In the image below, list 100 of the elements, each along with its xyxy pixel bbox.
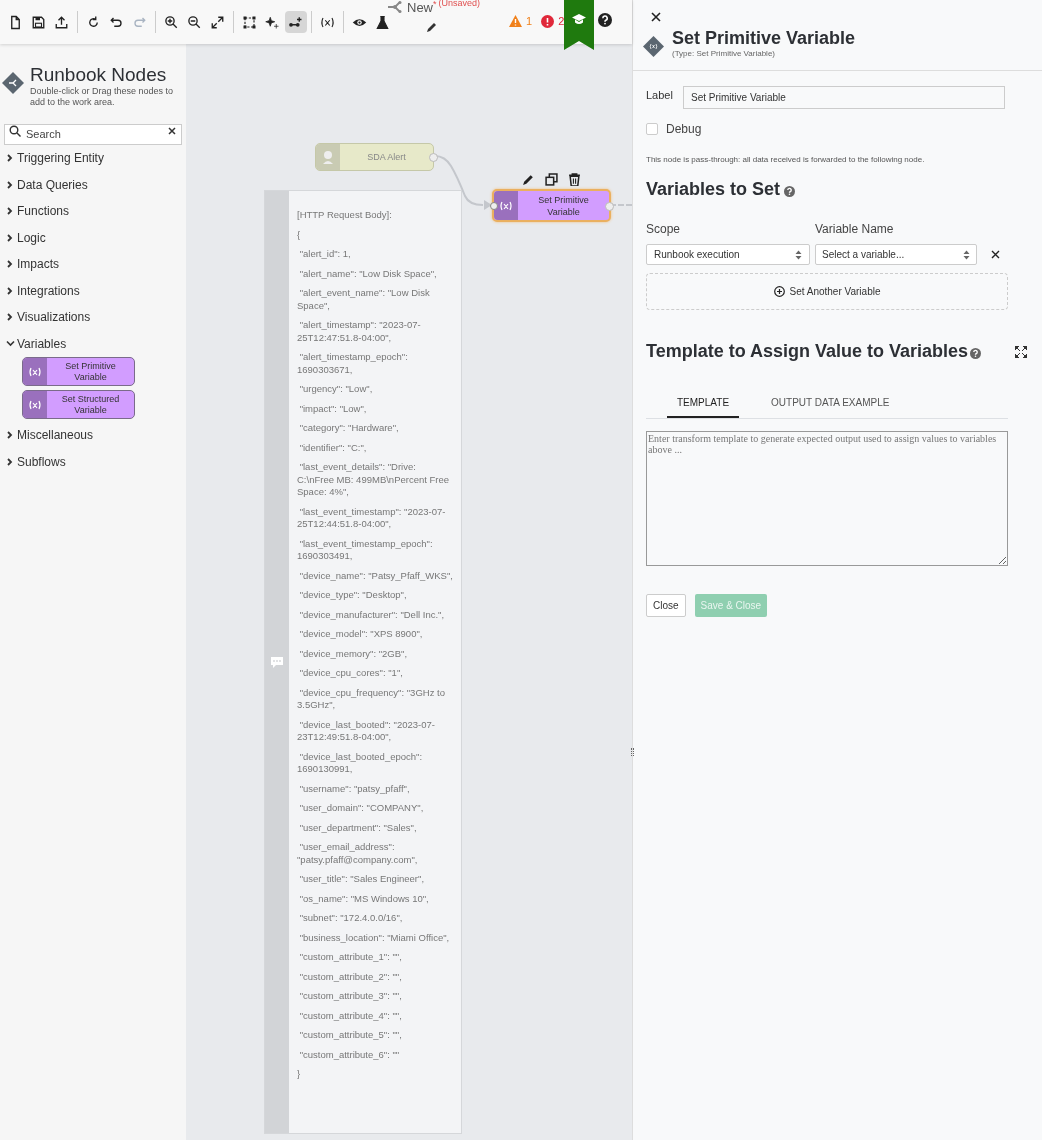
note-text: "last_event_timestamp_epoch": 1690303491, <box>297 537 434 563</box>
note-text: "urgency": "Low", <box>298 383 374 396</box>
category-item[interactable]: Integrations <box>0 277 186 304</box>
chevron-right-icon <box>7 260 13 269</box>
note-text: "subnet": "172.4.0.0/16", <box>298 912 404 925</box>
duplicate-icon[interactable] <box>545 173 558 186</box>
label-input[interactable]: Set Primitive Variable <box>683 86 1005 109</box>
note-text: } <box>297 1068 302 1081</box>
chevron-right-icon <box>7 154 13 163</box>
person-icon <box>322 150 334 164</box>
category-item[interactable]: Subflows <box>0 448 186 475</box>
field-label: Label <box>646 88 674 103</box>
error-count: 2 <box>558 14 565 29</box>
note-text: "last_event_details": "Drive: C:\nFree MB: 499MB\nPercent Free Space: 4%", <box>297 461 451 499</box>
debug-checkbox[interactable]: Debug <box>646 120 702 138</box>
search-icon <box>9 125 21 137</box>
category-item[interactable]: Variables <box>0 330 186 357</box>
sidebar-subtitle: Double-click or Drag these nodes to add to the work area. <box>30 86 175 108</box>
fullscreen-icon[interactable] <box>1015 345 1027 358</box>
column-label: Scope <box>646 221 682 238</box>
connector-icon[interactable] <box>284 11 307 33</box>
note-text: "custom_attribute_6": "" <box>298 1048 401 1061</box>
template-textarea[interactable]: Enter transform template to generate expected output used to assign values to variables above ... <box>646 431 1008 566</box>
chevron-right-icon <box>7 286 13 295</box>
note-text: "business_location": "Miami Office", <box>298 931 451 944</box>
variable-node-item[interactable]: Set Structured Variable <box>22 390 135 419</box>
column-label: Variable Name <box>815 221 894 238</box>
note-text: "device_cpu_cores": "1", <box>298 667 404 680</box>
save-status: (Unsaved) <box>438 0 481 8</box>
category-item[interactable]: Triggering Entity <box>0 145 186 172</box>
note-text: "category": "Hardware", <box>298 422 400 435</box>
edit-title-button[interactable] <box>426 21 438 33</box>
clear-icon[interactable] <box>168 127 176 135</box>
scope-select[interactable]: Runbook execution <box>646 244 810 265</box>
up-down-arrows-icon <box>795 249 802 260</box>
note-text: "os_name": "MS Windows 10", <box>298 892 430 905</box>
workflow-icon <box>388 1 404 13</box>
variable-icon <box>499 200 513 211</box>
note-text: "custom_attribute_3": "", <box>298 990 403 1003</box>
input-port-icon[interactable] <box>490 201 498 210</box>
category-item[interactable]: Logic <box>0 224 186 251</box>
pencil-icon[interactable] <box>522 173 535 186</box>
close-icon[interactable] <box>651 12 661 22</box>
warning-count: 1 <box>526 14 533 29</box>
error-icon <box>541 14 555 28</box>
note-text: "alert_name": "Low Disk Space", <box>298 267 438 280</box>
note-text: "alert_id": 1, <box>298 248 352 261</box>
search-field[interactable]: Search <box>4 123 182 145</box>
connector-line <box>435 155 492 210</box>
note-text: "user_domain": "COMPANY", <box>298 802 425 815</box>
category-item[interactable]: Impacts <box>0 251 186 278</box>
note-text: "alert_event_name": "Low Disk Space", <box>297 287 431 312</box>
up-down-arrows-icon <box>963 249 970 260</box>
note-text: "identifier": "C:", <box>298 441 368 454</box>
chevron-right-icon <box>7 431 13 440</box>
modified-marker: * <box>433 0 437 9</box>
category-item[interactable]: Miscellaneous <box>0 422 186 449</box>
chevron-right-icon <box>7 180 13 189</box>
note-text: "device_model": "XPS 8900", <box>298 628 424 641</box>
section-heading: Template to Assign Value to Variables <box>646 340 969 363</box>
help-icon <box>784 185 796 197</box>
close-button[interactable]: Close <box>646 594 686 617</box>
note-text: "user_department": "Sales", <box>298 821 418 834</box>
trash-icon[interactable] <box>568 173 581 186</box>
note-text: "impact": "Low", <box>298 402 368 415</box>
chevron-down-icon <box>6 340 15 348</box>
note-text: "device_last_booted_epoch": 1690130991, <box>297 750 424 776</box>
variable-icon <box>28 399 42 410</box>
sidebar-title: Runbook Nodes <box>30 64 168 86</box>
note-text: { <box>297 228 302 241</box>
panel-tab[interactable]: OUTPUT DATA EXAMPLE <box>761 388 900 418</box>
note-text: "user_email_address": "patsy.pfaff@company.com", <box>297 841 419 866</box>
warning-icon <box>509 15 522 28</box>
category-item[interactable]: Functions <box>0 198 186 225</box>
info-text: This node is pass-through: all data received is forwarded to the following node. <box>646 154 926 166</box>
note-text: "device_memory": "2GB", <box>298 647 409 660</box>
note-text: "custom_attribute_4": "", <box>298 1009 403 1022</box>
note-text: "custom_attribute_5": "", <box>298 1029 403 1042</box>
help-icon[interactable] <box>598 13 612 27</box>
panel-title: Set Primitive Variable <box>672 28 856 49</box>
note-text: "device_cpu_frequency": "3GHz to 3.5GHz", <box>297 686 446 712</box>
chevron-right-icon <box>7 207 13 216</box>
node-type-label: (Type: Set Primitive Variable) <box>672 49 776 59</box>
variable-select[interactable]: Select a variable... <box>815 244 977 265</box>
add-variable-button[interactable]: Set Another Variable <box>646 273 1008 310</box>
note-text: "device_type": "Desktop", <box>298 589 408 602</box>
note-text: "alert_timestamp_epoch": 1690303671, <box>297 351 409 376</box>
category-item[interactable]: Data Queries <box>0 171 186 198</box>
variable-node-item[interactable]: Set Primitive Variable <box>22 357 135 386</box>
help-icon <box>970 348 982 359</box>
note-text: "device_last_booted": "2023-07-23T12:49:51.8-04:00", <box>297 718 436 744</box>
note-text: "last_event_timestamp": "2023-07-25T12:44:51.8-04:00", <box>297 505 447 531</box>
variable-node[interactable]: Set Primitive Variable <box>492 189 611 222</box>
plus-circle-icon <box>773 286 785 297</box>
note-text: "username": "patsy_pfaff", <box>298 782 411 795</box>
note-text: "device_manufacturer": "Dell Inc.", <box>298 608 446 621</box>
category-item[interactable]: Visualizations <box>0 304 186 331</box>
remove-row-icon[interactable] <box>991 250 1000 259</box>
panel-tab[interactable]: TEMPLATE <box>667 388 740 418</box>
learning-ribbon-button[interactable] <box>564 0 594 50</box>
